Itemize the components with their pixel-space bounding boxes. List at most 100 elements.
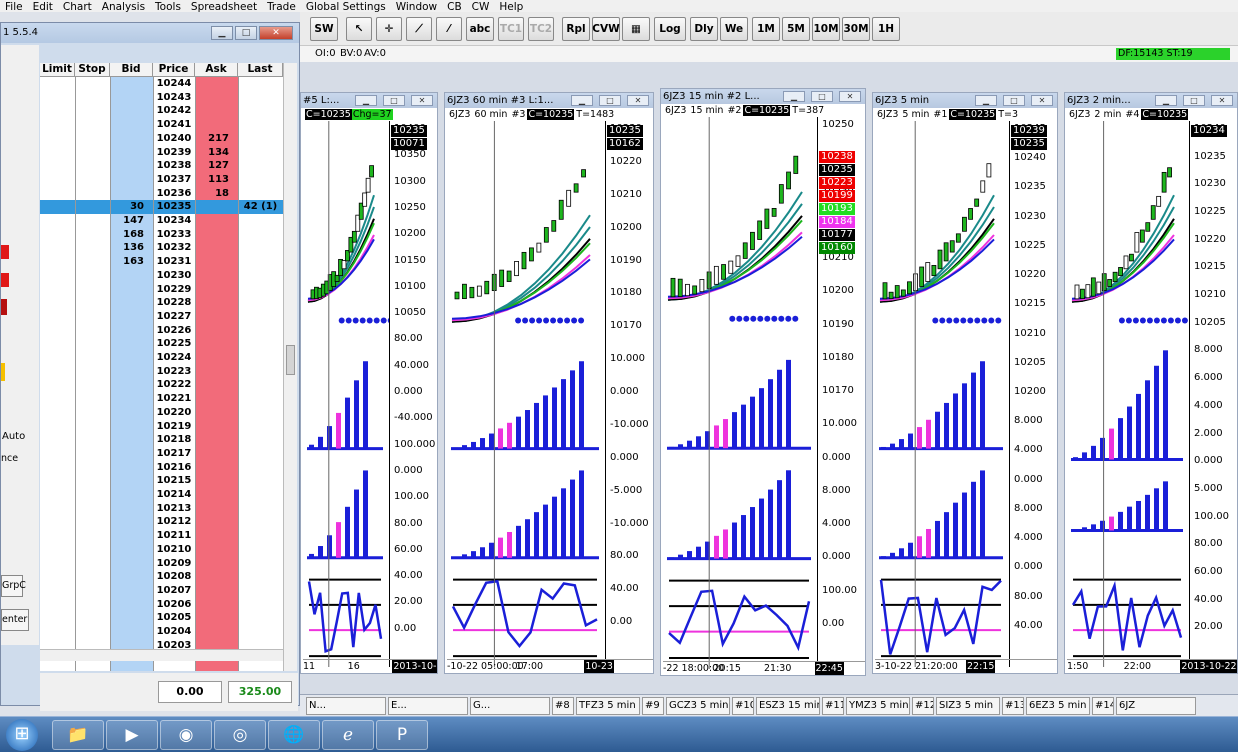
window-tab[interactable]: YMZ3 5 min [846, 697, 910, 715]
price-cell[interactable]: 10231 [153, 255, 195, 269]
price-cell[interactable]: 10220 [153, 406, 195, 420]
flat-button[interactable] [1, 363, 5, 381]
chart-canvas[interactable]: 6JZ360 min#3C=10235T=1483102301022010210… [447, 109, 653, 673]
chart-max-button[interactable]: □ [1003, 95, 1025, 106]
chart-plot[interactable] [663, 117, 817, 669]
globe-icon[interactable]: 🌐 [268, 720, 320, 750]
close-button[interactable]: ✕ [259, 26, 293, 40]
replay-button[interactable]: Rpl [562, 17, 590, 41]
price-cell[interactable]: 10222 [153, 378, 195, 392]
sell-button[interactable] [1, 245, 9, 259]
chart-title-bar[interactable]: 6JZ3 15 min #2 L... ▁ □ ✕ [661, 89, 865, 104]
ask-qty-cell[interactable]: 18 [195, 187, 229, 201]
chart-max-button[interactable]: □ [811, 91, 833, 102]
price-axis[interactable]: 1024010235102301022510220102151021010205… [1189, 121, 1237, 667]
menu-item-cb[interactable]: CB [442, 2, 467, 13]
col-header-ask-qty[interactable]: Ask Qty [195, 63, 238, 88]
daily-button[interactable]: Dly [690, 17, 718, 41]
ie-icon[interactable]: ℯ [322, 720, 374, 750]
folder-icon[interactable]: 📁 [52, 720, 104, 750]
chart-plot[interactable] [303, 121, 389, 667]
window-tab[interactable]: E... [388, 697, 468, 715]
chart-title-bar[interactable]: #5 L:... ▁ □ ✕ [301, 93, 437, 108]
col-header-stop[interactable]: Stop [75, 63, 110, 77]
center-button[interactable]: enter [1, 609, 29, 631]
window-tab[interactable]: #9 [642, 697, 664, 715]
menu-item-spreadsheet[interactable]: Spreadsheet [186, 2, 262, 13]
chart-window-4[interactable]: 6JZ3 5 min▁□✕6JZ35 min#1C=10235T=3102451… [872, 92, 1058, 674]
bid-qty-cell[interactable]: 30 [110, 200, 144, 214]
price-cell[interactable]: 10226 [153, 324, 195, 338]
text-tool-button[interactable]: abc [466, 17, 494, 41]
price-cell[interactable]: 10207 [153, 584, 195, 598]
price-axis[interactable]: 1025010240102301022010210102001019010180… [817, 117, 865, 669]
crosshair-tool-icon[interactable]: ✛ [376, 17, 402, 41]
media-player-icon[interactable]: ▶ [106, 720, 158, 750]
chart-close-button[interactable]: ✕ [839, 91, 861, 102]
price-cell[interactable]: 10211 [153, 529, 195, 543]
chart-canvas[interactable]: C=10235Chg=37104001035010300102501020010… [303, 109, 437, 673]
chart-min-button[interactable]: ▁ [1155, 95, 1177, 106]
chart-max-button[interactable]: □ [383, 95, 405, 106]
price-cell[interactable]: 10212 [153, 515, 195, 529]
price-cell[interactable]: 10227 [153, 310, 195, 324]
ask-qty-cell[interactable]: 134 [195, 146, 229, 160]
price-cell[interactable]: 10232 [153, 241, 195, 255]
scroll-thumb[interactable] [286, 345, 295, 375]
chart-min-button[interactable]: ▁ [355, 95, 377, 106]
price-cell[interactable]: 10225 [153, 337, 195, 351]
menu-item-global-settings[interactable]: Global Settings [301, 2, 391, 13]
window-tab[interactable]: #14 [1092, 697, 1114, 715]
menu-item-file[interactable]: File [0, 2, 28, 13]
price-cell[interactable]: 10244 [153, 77, 195, 91]
price-cell[interactable]: 10241 [153, 118, 195, 132]
price-cell[interactable]: 10205 [153, 611, 195, 625]
price-cell[interactable]: 10219 [153, 420, 195, 434]
menu-item-analysis[interactable]: Analysis [97, 2, 150, 13]
dom-horizontal-scrollbar[interactable] [40, 649, 283, 661]
sw-button[interactable]: SW [310, 17, 338, 41]
ray-tool-icon[interactable]: ⁄ [436, 17, 462, 41]
grid-icon[interactable]: ▦ [622, 17, 650, 41]
sell-market-button[interactable] [1, 273, 9, 287]
price-axis[interactable]: 1024510240102351023010225102201021510210… [1009, 121, 1057, 667]
1m-button[interactable]: 1M [752, 17, 780, 41]
5m-button[interactable]: 5M [782, 17, 810, 41]
price-cell[interactable]: 10209 [153, 557, 195, 571]
price-cell[interactable]: 10206 [153, 598, 195, 612]
bid-qty-cell[interactable]: 168 [110, 228, 144, 242]
chart-close-button[interactable]: ✕ [1211, 95, 1233, 106]
price-axis[interactable]: 1023010220102101020010190101801017010.00… [605, 121, 653, 667]
price-cell[interactable]: 10204 [153, 625, 195, 639]
window-tab[interactable]: 6JZ [1116, 697, 1196, 715]
price-cell[interactable]: 10224 [153, 351, 195, 365]
chart-min-button[interactable]: ▁ [783, 91, 805, 102]
col-header-bid-qty[interactable]: Bid Qty [110, 63, 153, 88]
chrome-icon[interactable]: ◉ [160, 720, 212, 750]
bid-column[interactable] [110, 77, 153, 671]
ask-qty-cell[interactable]: 217 [195, 132, 229, 146]
log-button[interactable]: Log [654, 17, 686, 41]
chart-plot[interactable] [875, 121, 1009, 667]
chart-title-bar[interactable]: 6JZ3 2 min... ▁ □ ✕ [1065, 93, 1237, 108]
10m-button[interactable]: 10M [812, 17, 840, 41]
dom-vertical-scrollbar[interactable] [283, 63, 297, 671]
price-cell[interactable]: 10238 [153, 159, 195, 173]
maximize-button[interactable]: □ [235, 26, 257, 40]
chart-min-button[interactable]: ▁ [571, 95, 593, 106]
cancel-sell-button[interactable] [1, 299, 7, 315]
price-axis[interactable]: 1040010350103001025010200101501010010050… [389, 121, 437, 667]
chart-title-bar[interactable]: 6JZ3 60 min #3 L:1... ▁ □ ✕ [445, 93, 653, 108]
window-tab[interactable]: TFZ3 5 min [576, 697, 640, 715]
menu-item-tools[interactable]: Tools [150, 2, 186, 13]
price-cell[interactable]: 10221 [153, 392, 195, 406]
price-cell[interactable]: 10223 [153, 365, 195, 379]
price-cell[interactable]: 10216 [153, 461, 195, 475]
window-tab[interactable]: ESZ3 15 min [756, 697, 820, 715]
price-cell[interactable]: 10240 [153, 132, 195, 146]
30m-button[interactable]: 30M [842, 17, 870, 41]
window-tab[interactable]: 6EZ3 5 min [1026, 697, 1090, 715]
window-tab[interactable]: #11 [822, 697, 844, 715]
window-tab[interactable]: #8 [552, 697, 574, 715]
cvw-button[interactable]: CVW [592, 17, 620, 41]
